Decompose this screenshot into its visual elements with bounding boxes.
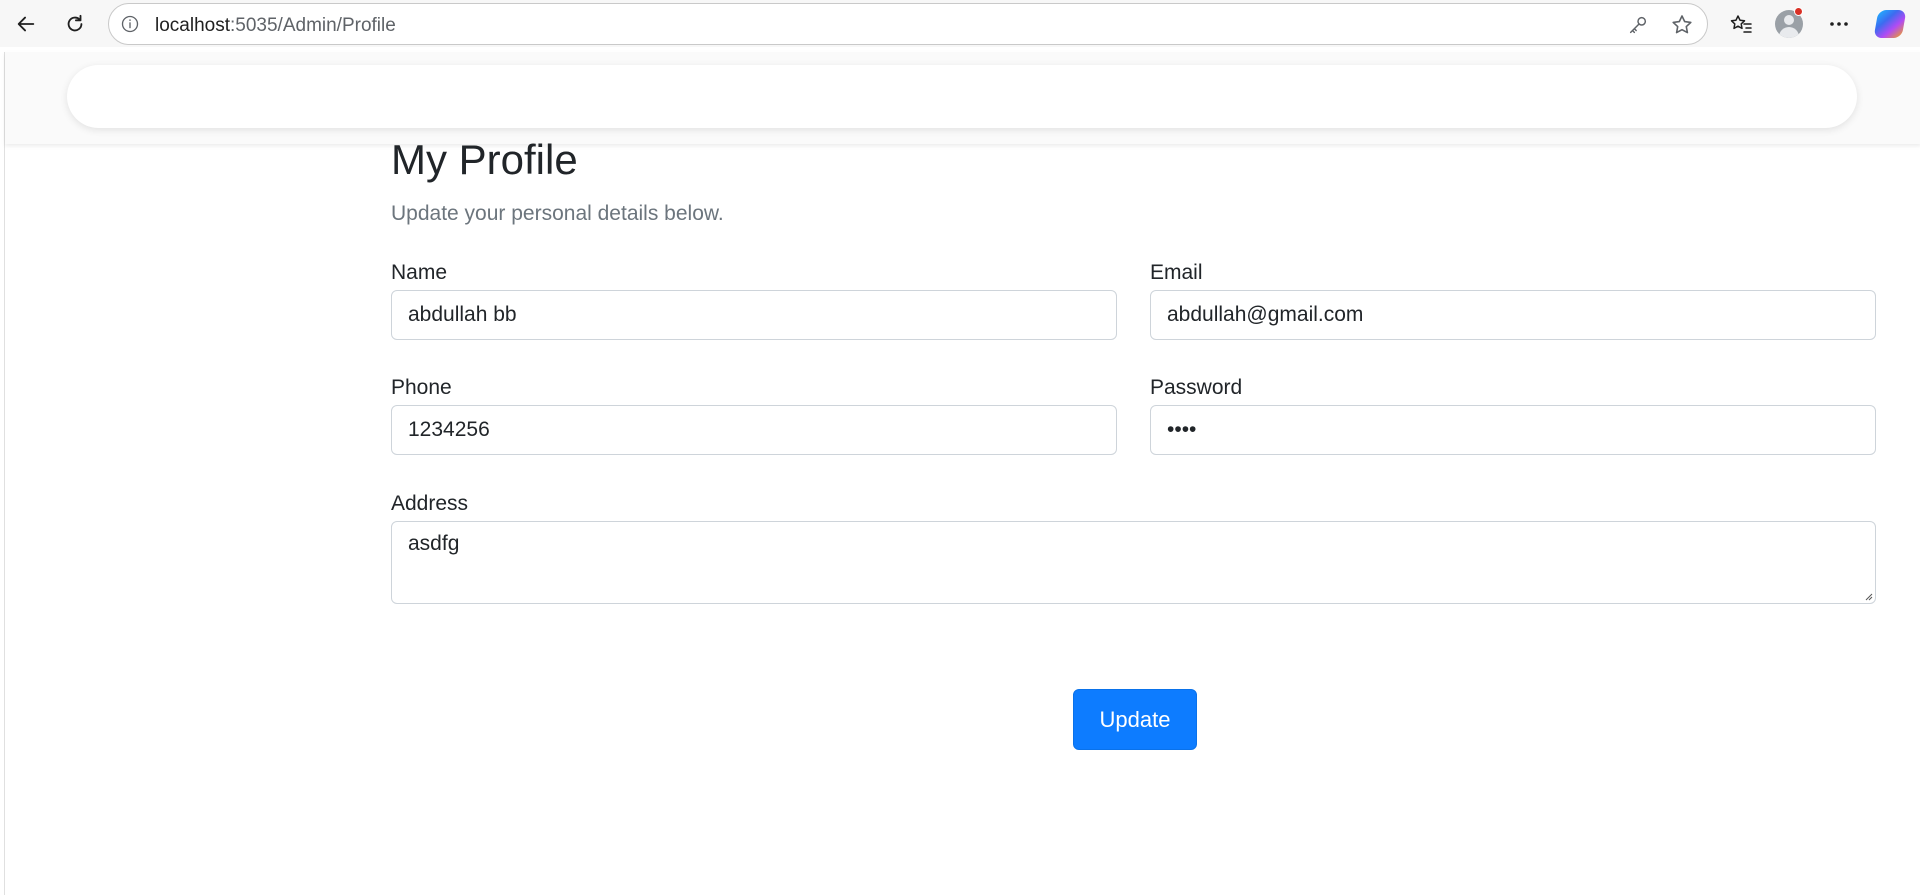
favorites-icon[interactable] xyxy=(1726,9,1756,39)
name-label: Name xyxy=(391,261,448,284)
info-icon[interactable] xyxy=(119,13,141,35)
phone-input[interactable] xyxy=(391,405,1117,455)
more-icon[interactable] xyxy=(1824,9,1854,39)
page-body: My Profile Update your personal details … xyxy=(4,52,1920,895)
url-text: localhost:5035/Admin/Profile xyxy=(155,15,396,37)
back-icon[interactable] xyxy=(10,8,42,40)
url-host: localhost xyxy=(155,15,230,36)
star-icon[interactable] xyxy=(1670,13,1694,37)
name-input[interactable] xyxy=(391,290,1117,340)
email-input[interactable] xyxy=(1150,290,1876,340)
navbar xyxy=(67,65,1857,128)
url-path: :5035/Admin/Profile xyxy=(230,15,396,36)
password-label: Password xyxy=(1150,376,1243,399)
email-label: Email xyxy=(1150,261,1203,284)
page-subtitle: Update your personal details below. xyxy=(391,202,724,225)
notification-dot-icon xyxy=(1794,7,1803,16)
address-label: Address xyxy=(391,492,469,515)
password-input[interactable] xyxy=(1150,405,1876,455)
site-header xyxy=(5,52,1920,144)
refresh-icon[interactable] xyxy=(59,8,91,40)
update-button[interactable]: Update xyxy=(1073,689,1197,750)
address-textarea[interactable]: asdfg xyxy=(391,521,1876,604)
copilot-icon[interactable] xyxy=(1873,9,1907,39)
resize-handle-icon[interactable] xyxy=(1863,591,1873,601)
phone-label: Phone xyxy=(391,376,452,399)
page-title: My Profile xyxy=(391,136,578,183)
browser-toolbar: localhost:5035/Admin/Profile xyxy=(0,0,1920,47)
key-icon[interactable] xyxy=(1627,14,1649,36)
profile-avatar[interactable] xyxy=(1774,7,1804,39)
address-bar[interactable]: localhost:5035/Admin/Profile xyxy=(108,3,1708,45)
